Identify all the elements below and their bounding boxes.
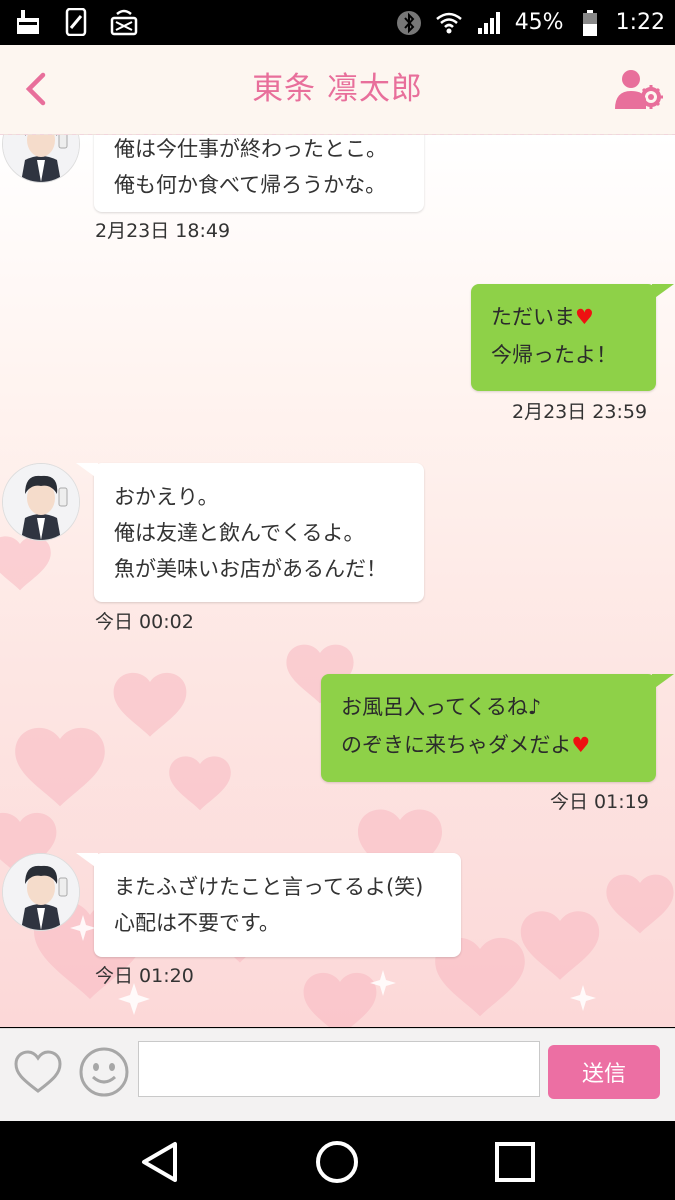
chat-area[interactable]: 俺は今仕事が終わったとこ。 俺も何か食べて帰ろうかな。 2月23日 18:49 … bbox=[0, 135, 675, 1027]
cleaner-icon bbox=[14, 8, 42, 36]
send-button[interactable]: 送信 bbox=[548, 1045, 660, 1099]
message-text: またふざけたこと言ってるよ(笑) bbox=[114, 875, 424, 899]
like-button[interactable] bbox=[12, 1047, 64, 1099]
message-timestamp: 今日 01:20 bbox=[95, 965, 194, 987]
sim-icon bbox=[62, 8, 90, 36]
avatar[interactable] bbox=[2, 853, 80, 931]
nav-home-button[interactable] bbox=[312, 1137, 362, 1187]
page-title: 東条 凛太郎 bbox=[252, 71, 423, 107]
message-text: のぞきに来ちゃダメだよ bbox=[341, 733, 572, 757]
chat-header: 東条 凛太郎 bbox=[0, 45, 675, 137]
message-timestamp: 今日 01:19 bbox=[550, 791, 649, 813]
bluetooth-icon bbox=[395, 9, 423, 37]
message-text: 魚が美味いお店があるんだ！ bbox=[114, 557, 387, 581]
message-bubble-outgoing: お風呂入ってくるね♪ のぞきに来ちゃダメだよ♥ bbox=[321, 674, 674, 782]
message-input-bar: 送信 bbox=[0, 1028, 675, 1122]
message-text: お風呂入ってくるね♪ bbox=[341, 695, 542, 719]
message-text: 俺も何か食べて帰ろうかな。 bbox=[114, 173, 387, 197]
message-text: 俺は友達と飲んでくるよ。 bbox=[114, 521, 365, 545]
avatar[interactable] bbox=[2, 463, 80, 541]
back-triangle-icon bbox=[142, 1142, 177, 1182]
message-input[interactable] bbox=[138, 1041, 540, 1097]
cast-icon bbox=[110, 8, 138, 36]
signal-icon bbox=[475, 9, 503, 37]
message-timestamp: 今日 00:02 bbox=[95, 611, 194, 633]
battery-percent: 45% bbox=[514, 10, 564, 35]
wifi-icon bbox=[435, 9, 463, 37]
smiley-icon bbox=[79, 1047, 129, 1097]
message-bubble-incoming: おかえり。 俺は友達と飲んでくるよ。 魚が美味いお店があるんだ！ bbox=[76, 463, 424, 602]
nav-back-button[interactable] bbox=[135, 1137, 185, 1187]
profile-settings-button[interactable] bbox=[613, 67, 663, 111]
message-bubble-outgoing: ただいま♥ 今帰ったよ！ bbox=[471, 284, 674, 391]
nav-recents-button[interactable] bbox=[490, 1137, 540, 1187]
message-bubble-incoming: またふざけたこと言ってるよ(笑) 心配は不要です。 bbox=[76, 853, 461, 957]
home-circle-icon bbox=[316, 1141, 358, 1183]
message-text: 俺は今仕事が終わったとこ。 bbox=[114, 137, 387, 161]
message-text: 心配は不要です。 bbox=[114, 911, 280, 935]
message-text: おかえり。 bbox=[114, 485, 219, 509]
heart-icon: ♥ bbox=[575, 305, 594, 329]
heart-icon: ♥ bbox=[571, 733, 591, 757]
message-timestamp: 2月23日 18:49 bbox=[95, 220, 231, 242]
emoji-button[interactable] bbox=[78, 1046, 130, 1098]
message-text: 今帰ったよ！ bbox=[491, 343, 617, 367]
message-text: ただいま bbox=[491, 305, 575, 329]
recents-square-icon bbox=[495, 1142, 535, 1182]
status-bar: 45% 1:22 bbox=[0, 0, 675, 45]
profile-settings-icon bbox=[615, 70, 663, 109]
battery-icon bbox=[576, 9, 604, 37]
system-nav-bar bbox=[0, 1121, 675, 1200]
message-bubble-incoming: 俺は今仕事が終わったとこ。 俺も何か食べて帰ろうかな。 bbox=[94, 135, 424, 212]
message-timestamp: 2月23日 23:59 bbox=[512, 401, 648, 423]
clock: 1:22 bbox=[615, 10, 665, 35]
heart-outline-icon bbox=[14, 1050, 62, 1093]
